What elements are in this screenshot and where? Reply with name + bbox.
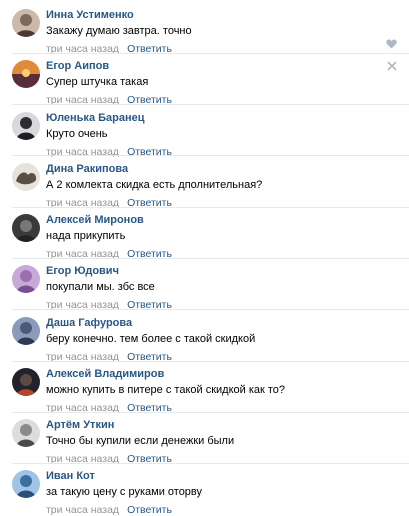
comment-item: Иван Кот за такую цену с руками оторву т… <box>0 470 409 516</box>
avatar[interactable] <box>12 112 40 140</box>
avatar[interactable] <box>12 214 40 242</box>
avatar[interactable] <box>12 368 40 396</box>
divider <box>12 258 409 259</box>
divider <box>12 361 409 362</box>
comment-text: Закажу думаю завтра. точно <box>46 25 192 37</box>
comment-author[interactable]: Иван Кот <box>46 470 95 482</box>
divider <box>12 463 409 464</box>
divider <box>12 53 409 54</box>
comment-item: Инна Устименко Закажу думаю завтра. точн… <box>0 9 409 55</box>
comment-author[interactable]: Егор Юдович <box>46 265 119 277</box>
comment-item: Даша Гафурова беру конечно. тем более с … <box>0 317 409 363</box>
comment-text: Круто очень <box>46 128 108 140</box>
avatar[interactable] <box>12 317 40 345</box>
avatar[interactable] <box>12 419 40 447</box>
divider <box>12 104 409 105</box>
comment-item: Егор Юдович покупали мы. збс все три час… <box>0 265 409 311</box>
avatar[interactable] <box>12 163 40 191</box>
comment-text: можно купить в питере с такой скидкой ка… <box>46 384 286 396</box>
comment-author[interactable]: Алексей Владимиров <box>46 368 164 380</box>
comment-item: Дина Ракипова А 2 комлекта скидка есть д… <box>0 163 409 209</box>
comment-text: Супер штучка такая <box>46 76 149 88</box>
comment-text: беру конечно. тем более с такой скидкой <box>46 333 256 345</box>
comment-meta: три часа назад Ответить <box>46 146 172 158</box>
comment-item: Юленька Баранец Круто очень три часа наз… <box>0 112 409 158</box>
divider <box>12 155 409 156</box>
comment-time[interactable]: три часа назад <box>46 146 119 158</box>
heart-icon[interactable] <box>386 39 397 50</box>
comment-author[interactable]: Алексей Миронов <box>46 214 144 226</box>
avatar[interactable] <box>12 470 40 498</box>
avatar[interactable] <box>12 9 40 37</box>
comment-text: покупали мы. збс все <box>46 281 155 293</box>
avatar[interactable] <box>12 60 40 88</box>
comment-item: Алексей Миронов нада прикупить три часа … <box>0 214 409 260</box>
close-icon[interactable] <box>386 61 397 72</box>
comment-text: А 2 комлекта скидка есть дполнительная? <box>46 179 263 191</box>
comment-author[interactable]: Даша Гафурова <box>46 317 132 329</box>
comment-item: Артём Уткин Точно бы купили если денежки… <box>0 419 409 465</box>
reply-link[interactable]: Ответить <box>127 146 172 158</box>
reply-link[interactable]: Ответить <box>127 504 172 516</box>
comment-author[interactable]: Артём Уткин <box>46 419 114 431</box>
divider <box>12 207 409 208</box>
comment-author[interactable]: Инна Устименко <box>46 9 134 21</box>
comment-author[interactable]: Егор Аипов <box>46 60 109 72</box>
divider <box>12 309 409 310</box>
comment-author[interactable]: Юленька Баранец <box>46 112 145 124</box>
comment-author[interactable]: Дина Ракипова <box>46 163 128 175</box>
comment-item: Егор Аипов Супер штучка такая три часа н… <box>0 60 409 106</box>
comment-text: за такую цену с руками оторву <box>46 486 203 498</box>
divider <box>12 412 409 413</box>
avatar[interactable] <box>12 265 40 293</box>
comment-text: Точно бы купили если денежки были <box>46 435 235 447</box>
comment-time[interactable]: три часа назад <box>46 504 119 516</box>
comment-text: нада прикупить <box>46 230 126 242</box>
comment-item: Алексей Владимиров можно купить в питере… <box>0 368 409 414</box>
comment-meta: три часа назад Ответить <box>46 504 172 516</box>
